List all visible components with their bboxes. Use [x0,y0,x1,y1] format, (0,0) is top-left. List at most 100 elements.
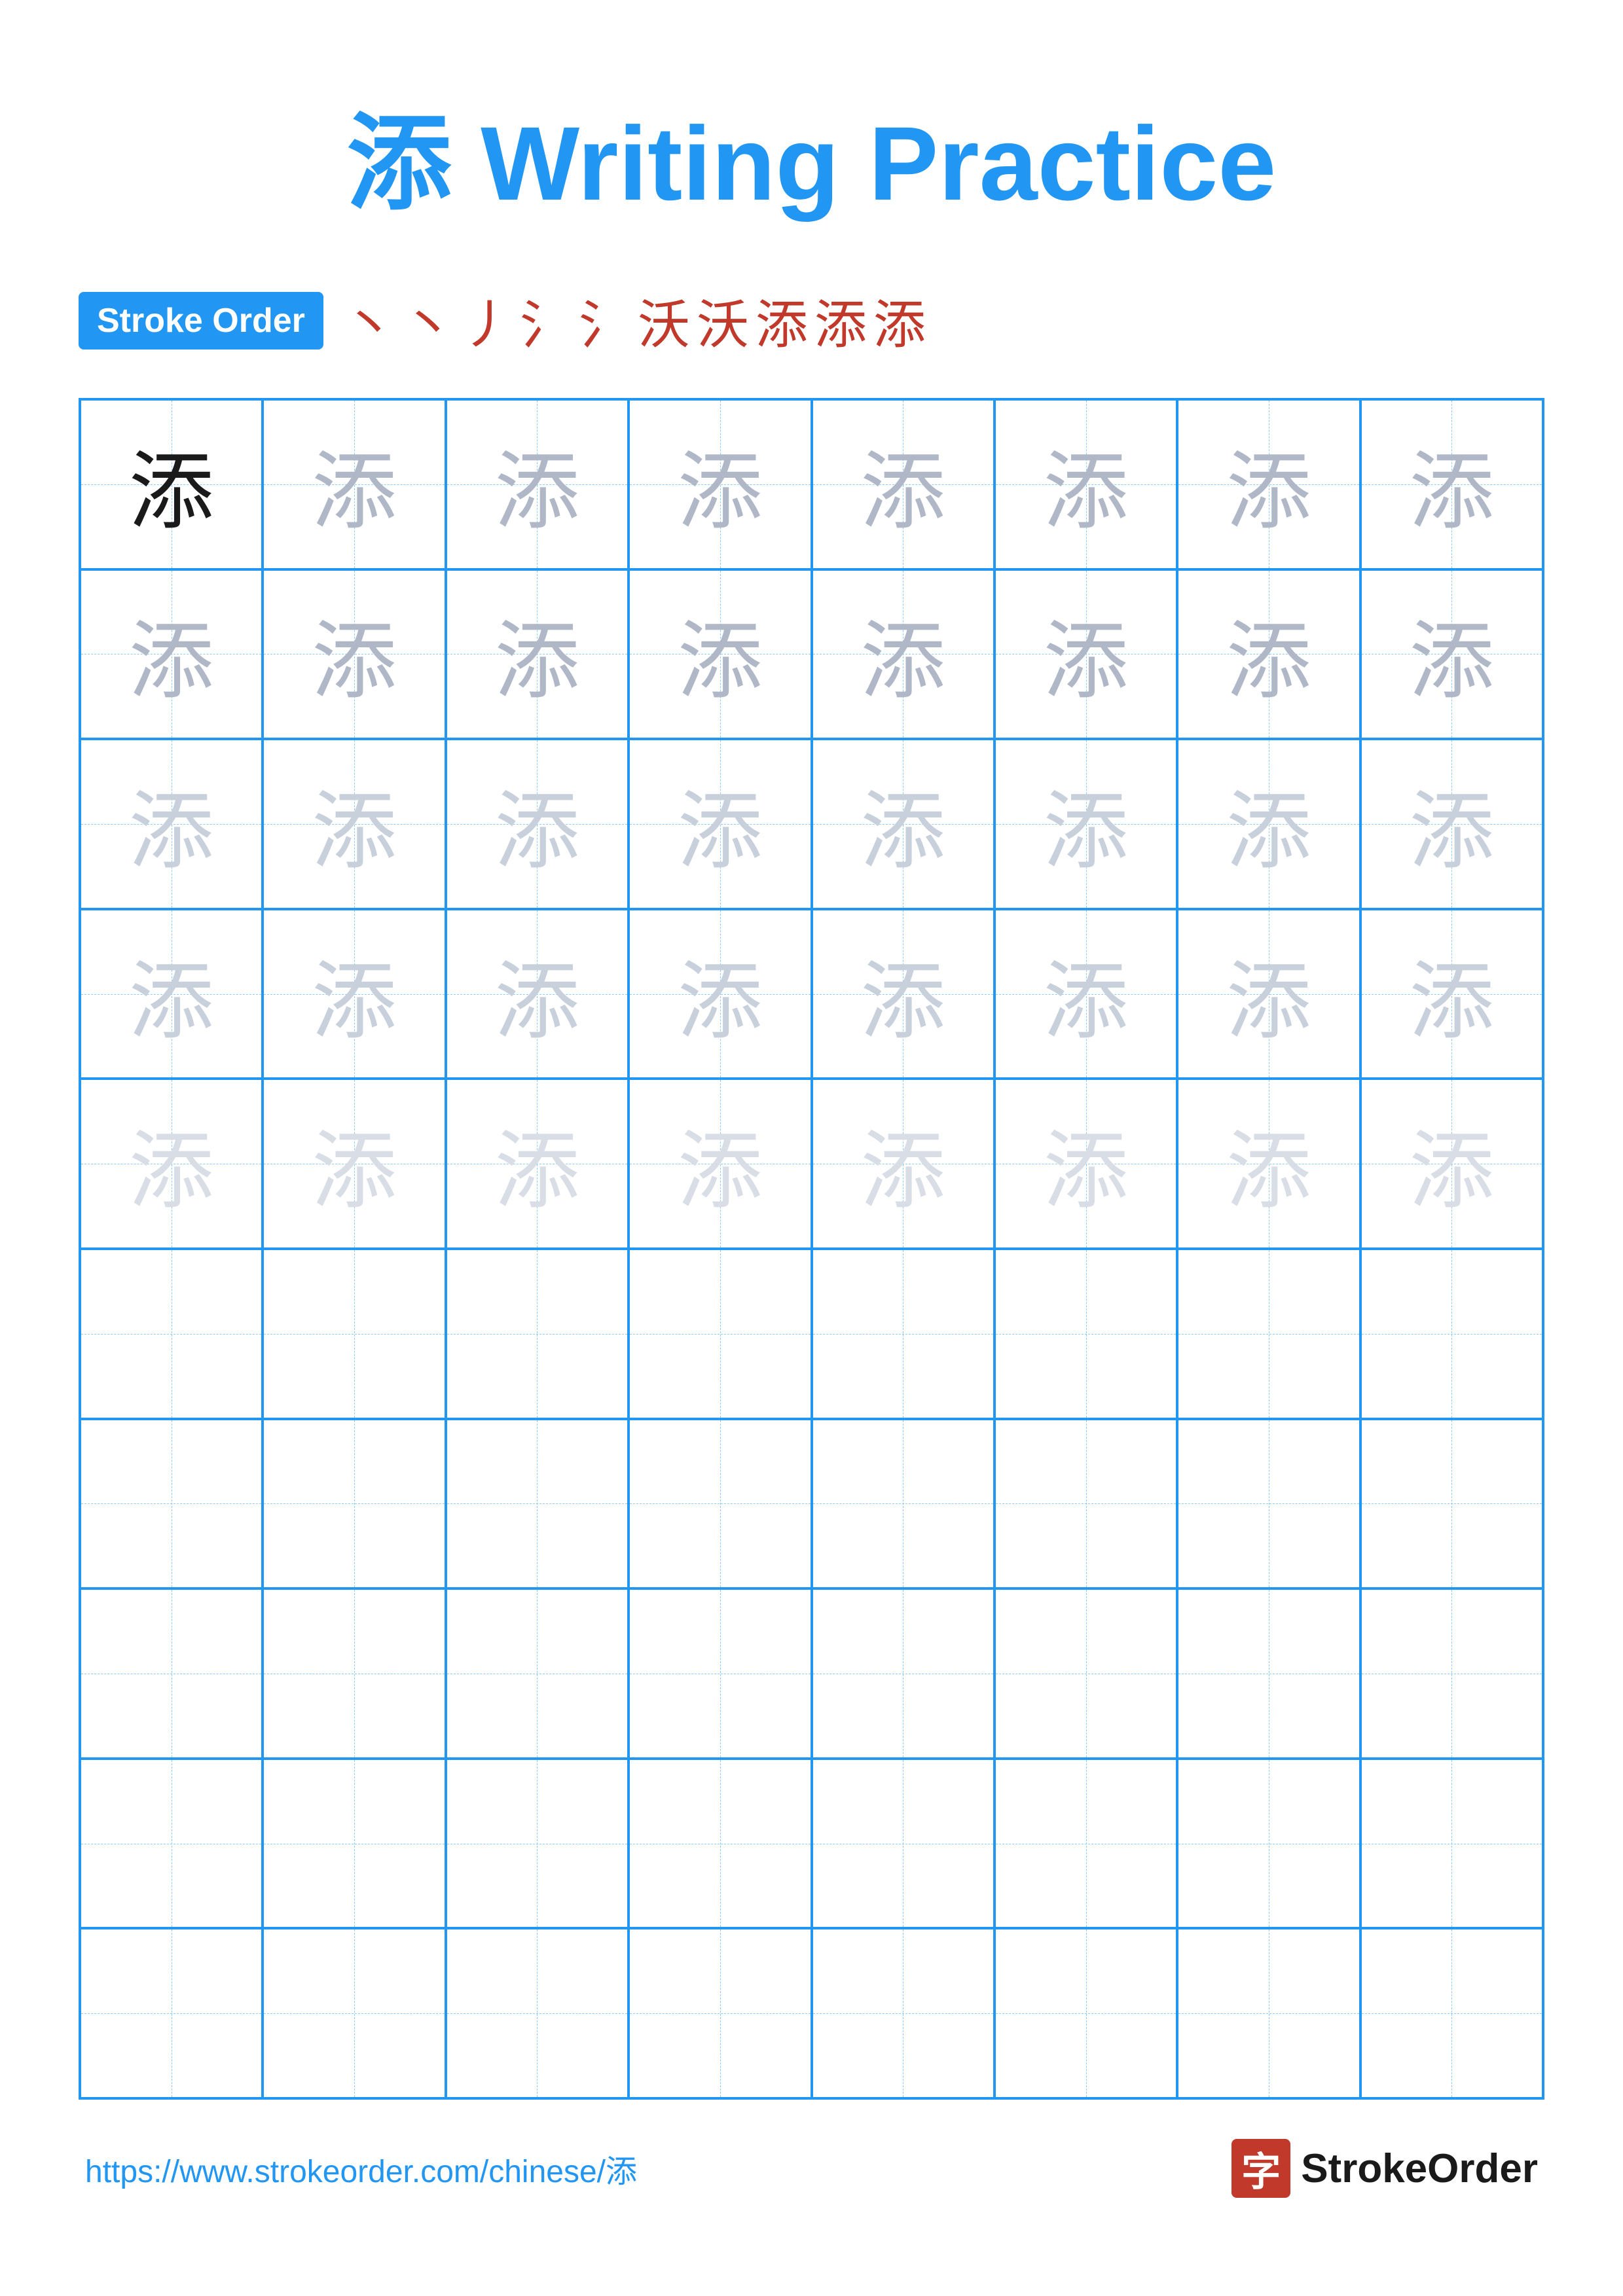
footer: https://www.strokeorder.com/chinese/添 字 … [79,2139,1544,2198]
grid-cell[interactable] [1177,1588,1360,1759]
grid-cell[interactable] [80,1419,263,1589]
grid-cell[interactable]: 添 [1177,399,1360,569]
grid-cell[interactable]: 添 [629,1079,811,1249]
grid-cell[interactable] [1360,1928,1543,2098]
grid-cell[interactable]: 添 [446,909,629,1079]
grid-cell[interactable] [446,1419,629,1589]
grid-cell[interactable] [994,1928,1177,2098]
grid-cell[interactable]: 添 [812,1079,994,1249]
grid-cell[interactable]: 添 [629,909,811,1079]
grid-cell[interactable] [812,1928,994,2098]
grid-cell[interactable] [629,1928,811,2098]
grid-cell[interactable] [629,1249,811,1419]
practice-char: 添 [678,592,763,715]
footer-url[interactable]: https://www.strokeorder.com/chinese/添 [85,2145,637,2191]
grid-cell[interactable]: 添 [994,569,1177,740]
grid-cell[interactable]: 添 [994,1079,1177,1249]
logo-icon: 字 [1231,2139,1290,2198]
grid-cell[interactable] [1177,1928,1360,2098]
grid-cell[interactable] [446,1588,629,1759]
practice-char: 添 [1226,592,1311,715]
grid-cell[interactable]: 添 [80,739,263,909]
practice-char: 添 [129,1102,214,1225]
grid-cell[interactable] [263,1759,445,1929]
stroke-order-row: Stroke Order 丶 丶 丿 氵 氵 沃 沃 添 添 添 [79,283,1544,359]
practice-char: 添 [494,762,579,886]
grid-cell[interactable]: 添 [263,739,445,909]
grid-cell[interactable] [263,1249,445,1419]
grid-cell[interactable] [446,1928,629,2098]
grid-cell[interactable] [994,1759,1177,1929]
grid-cell[interactable]: 添 [446,399,629,569]
grid-cell[interactable] [994,1249,1177,1419]
grid-cell[interactable] [812,1249,994,1419]
practice-char: 添 [1044,933,1129,1056]
grid-cell[interactable] [263,1928,445,2098]
grid-cell[interactable] [994,1419,1177,1589]
stroke-char-2: 丶 [402,283,454,359]
grid-cell[interactable] [1177,1759,1360,1929]
grid-cell[interactable] [263,1419,445,1589]
grid-cell[interactable]: 添 [446,569,629,740]
grid-cell[interactable] [629,1419,811,1589]
practice-char: 添 [860,762,945,886]
logo-text: StrokeOrder [1301,2145,1538,2192]
stroke-char-6: 沃 [638,283,690,359]
grid-cell[interactable] [1360,1249,1543,1419]
grid-cell[interactable]: 添 [629,739,811,909]
grid-cell[interactable]: 添 [1360,399,1543,569]
grid-cell[interactable] [446,1249,629,1419]
grid-cell[interactable] [80,1249,263,1419]
grid-cell[interactable]: 添 [263,569,445,740]
grid-cell[interactable]: 添 [1177,739,1360,909]
grid-cell[interactable] [263,1588,445,1759]
grid-cell[interactable]: 添 [263,1079,445,1249]
grid-cell[interactable]: 添 [80,1079,263,1249]
grid-cell[interactable]: 添 [1360,1079,1543,1249]
practice-char: 添 [860,933,945,1056]
grid-cell[interactable] [812,1759,994,1929]
grid-cell[interactable] [1360,1419,1543,1589]
grid-cell[interactable]: 添 [812,739,994,909]
practice-char: 添 [678,762,763,886]
grid-cell[interactable]: 添 [446,739,629,909]
grid-cell[interactable] [80,1588,263,1759]
grid-cell[interactable]: 添 [994,399,1177,569]
grid-cell[interactable]: 添 [994,909,1177,1079]
stroke-char-4: 氵 [520,283,572,359]
practice-char: 添 [860,423,945,546]
practice-char: 添 [1409,592,1494,715]
grid-cell[interactable] [812,1588,994,1759]
grid-cell[interactable]: 添 [80,399,263,569]
grid-cell[interactable]: 添 [80,569,263,740]
grid-cell[interactable] [446,1759,629,1929]
grid-cell[interactable]: 添 [1360,739,1543,909]
stroke-char-8: 添 [756,283,808,359]
grid-cell[interactable]: 添 [994,739,1177,909]
grid-cell[interactable] [80,1759,263,1929]
grid-cell[interactable] [1177,1249,1360,1419]
grid-cell[interactable]: 添 [446,1079,629,1249]
grid-cell[interactable]: 添 [263,399,445,569]
grid-cell[interactable]: 添 [263,909,445,1079]
grid-cell[interactable]: 添 [812,569,994,740]
grid-cell[interactable] [1360,1588,1543,1759]
grid-cell[interactable] [80,1928,263,2098]
grid-cell[interactable]: 添 [1177,1079,1360,1249]
grid-cell[interactable] [629,1759,811,1929]
grid-cell[interactable]: 添 [812,909,994,1079]
grid-cell[interactable]: 添 [629,399,811,569]
grid-cell[interactable]: 添 [1177,569,1360,740]
grid-cell[interactable]: 添 [1360,569,1543,740]
grid-cell[interactable] [629,1588,811,1759]
grid-cell[interactable] [1360,1759,1543,1929]
grid-cell[interactable]: 添 [629,569,811,740]
practice-char: 添 [1044,592,1129,715]
grid-cell[interactable] [994,1588,1177,1759]
grid-cell[interactable]: 添 [812,399,994,569]
grid-cell[interactable] [1177,1419,1360,1589]
grid-cell[interactable]: 添 [1360,909,1543,1079]
grid-cell[interactable]: 添 [1177,909,1360,1079]
grid-cell[interactable]: 添 [80,909,263,1079]
grid-cell[interactable] [812,1419,994,1589]
